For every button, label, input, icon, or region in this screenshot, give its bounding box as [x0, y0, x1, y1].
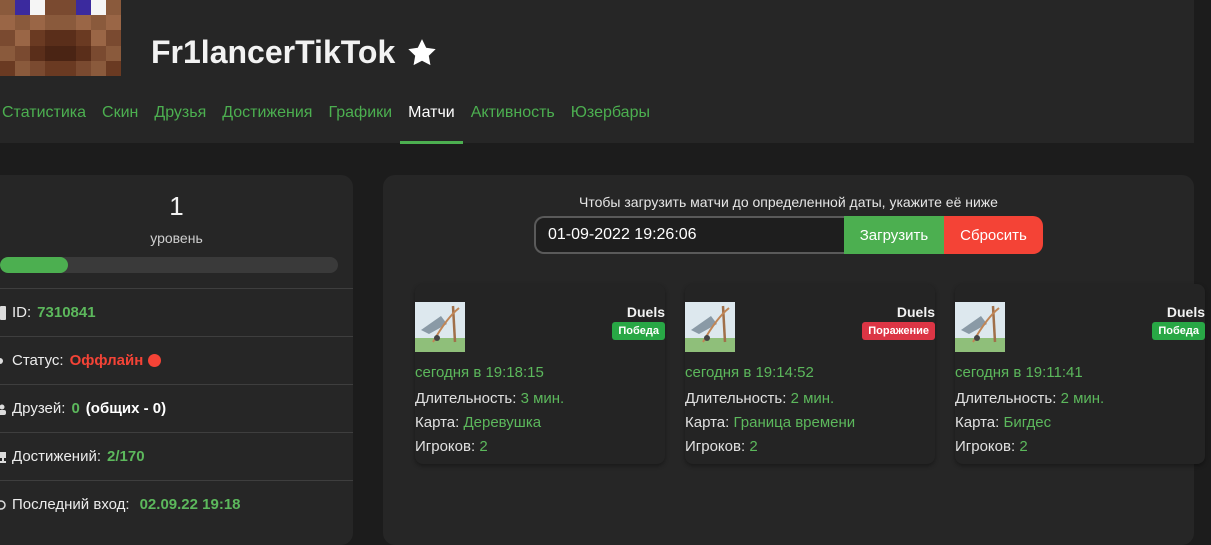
match-duration: Длительность: 3 мин. [415, 390, 564, 407]
profile-nav: Статистика Скин Друзья Достижения График… [0, 96, 658, 144]
level-progress-bar [0, 257, 338, 273]
load-matches-button[interactable]: Загрузить [844, 216, 944, 254]
profile-header: Fr1lancerTikTok Статистика Скин Друзья Д… [0, 0, 1194, 144]
date-filter-input[interactable] [534, 216, 844, 254]
tab-statistics[interactable]: Статистика [0, 96, 94, 144]
match-map: Карта: Бигдес [955, 414, 1051, 431]
match-result-badge: Победа [1152, 322, 1205, 340]
match-players: Игроков: 2 [955, 438, 1028, 455]
stat-last-login-label: Последний вход: [12, 496, 130, 513]
match-card[interactable]: Duels Поражение сегодня в 19:14:52 Длите… [685, 284, 935, 464]
match-time: сегодня в 19:11:41 [955, 364, 1083, 381]
match-card[interactable]: Duels Победа сегодня в 19:11:41 Длительн… [955, 284, 1205, 464]
players-value: 2 [1019, 438, 1028, 455]
matches-panel: Чтобы загрузить матчи до определенной да… [383, 175, 1205, 545]
stat-achievements-value: 2/170 [107, 448, 145, 465]
match-mode: Duels [1166, 304, 1205, 320]
stat-id-label: ID: [12, 304, 32, 321]
date-filter-hint: Чтобы загрузить матчи до определенной да… [579, 194, 998, 210]
tab-charts[interactable]: Графики [320, 96, 400, 144]
friends-icon [0, 404, 6, 415]
profile-title: Fr1lancerTikTok [151, 34, 439, 71]
duels-mode-icon [955, 302, 1005, 352]
players-value: 2 [749, 438, 758, 455]
match-time: сегодня в 19:14:52 [685, 364, 814, 381]
map-label: Карта: [685, 414, 730, 431]
username: Fr1lancerTikTok [151, 34, 396, 70]
id-card-icon [0, 305, 6, 320]
stat-achievements: Достижений: 2/170 [0, 432, 353, 480]
players-label: Игроков: [685, 438, 746, 455]
stat-id: ID: 7310841 [0, 288, 353, 336]
player-skin-avatar [0, 0, 121, 76]
trophy-icon [0, 451, 6, 463]
match-mode: Duels [896, 304, 935, 320]
stat-status: Статус: Оффлайн [0, 336, 353, 384]
stat-friends-count: 0 [71, 400, 80, 417]
players-label: Игроков: [955, 438, 1016, 455]
offline-dot-icon [148, 354, 162, 367]
stat-friends-common: (общих - 0) [85, 400, 167, 417]
players-value: 2 [479, 438, 488, 455]
stat-status-value: Оффлайн [69, 352, 144, 369]
duration-label: Длительность: [415, 390, 517, 407]
level-progress-fill [0, 257, 68, 273]
duels-mode-icon [415, 302, 465, 352]
match-players: Игроков: 2 [415, 438, 488, 455]
match-result-badge: Поражение [862, 322, 935, 340]
level-label: уровень [150, 230, 203, 246]
duration-label: Длительность: [685, 390, 787, 407]
duration-value: 2 мин. [1060, 390, 1105, 407]
match-result-badge: Победа [612, 322, 665, 340]
match-players: Игроков: 2 [685, 438, 758, 455]
match-card[interactable]: Duels Победа сегодня в 19:18:15 Длительн… [415, 284, 665, 464]
stat-id-value: 7310841 [37, 304, 96, 321]
map-value: Бигдес [1003, 414, 1052, 431]
map-value: Деревушка [463, 414, 542, 431]
stat-achievements-label: Достижений: [12, 448, 102, 465]
tab-achievements[interactable]: Достижения [214, 96, 320, 144]
stat-last-login: Последний вход: 02.09.22 19:18 [0, 480, 353, 528]
map-value: Граница времени [733, 414, 856, 431]
stat-last-login-value: 02.09.22 19:18 [139, 496, 241, 513]
tab-matches[interactable]: Матчи [400, 96, 463, 144]
players-label: Игроков: [415, 438, 476, 455]
clock-icon [0, 499, 6, 510]
match-duration: Длительность: 2 мин. [955, 390, 1104, 407]
tab-skin[interactable]: Скин [94, 96, 146, 144]
tab-activity[interactable]: Активность [463, 96, 563, 144]
duration-label: Длительность: [955, 390, 1057, 407]
map-label: Карта: [955, 414, 1000, 431]
duels-mode-icon [685, 302, 735, 352]
duration-value: 2 мин. [790, 390, 835, 407]
match-duration: Длительность: 2 мин. [685, 390, 834, 407]
level-value: 1 [169, 191, 184, 221]
star-icon [408, 38, 436, 65]
match-map: Карта: Граница времени [685, 414, 855, 431]
match-mode: Duels [626, 304, 665, 320]
stat-status-label: Статус: [12, 352, 64, 369]
match-map: Карта: Деревушка [415, 414, 541, 431]
reset-filter-button[interactable]: Сбросить [944, 216, 1043, 254]
duration-value: 3 мин. [520, 390, 565, 407]
tab-userbars[interactable]: Юзербары [563, 96, 658, 144]
status-icon [0, 357, 3, 364]
stat-friends: Друзей: 0 (общих - 0) [0, 384, 353, 432]
stat-friends-label: Друзей: [12, 400, 66, 417]
tab-friends[interactable]: Друзья [146, 96, 214, 144]
player-stats-panel: 1 уровень ID: 7310841 Статус: Оффлайн Др… [0, 175, 353, 545]
match-time: сегодня в 19:18:15 [415, 364, 544, 381]
map-label: Карта: [415, 414, 460, 431]
